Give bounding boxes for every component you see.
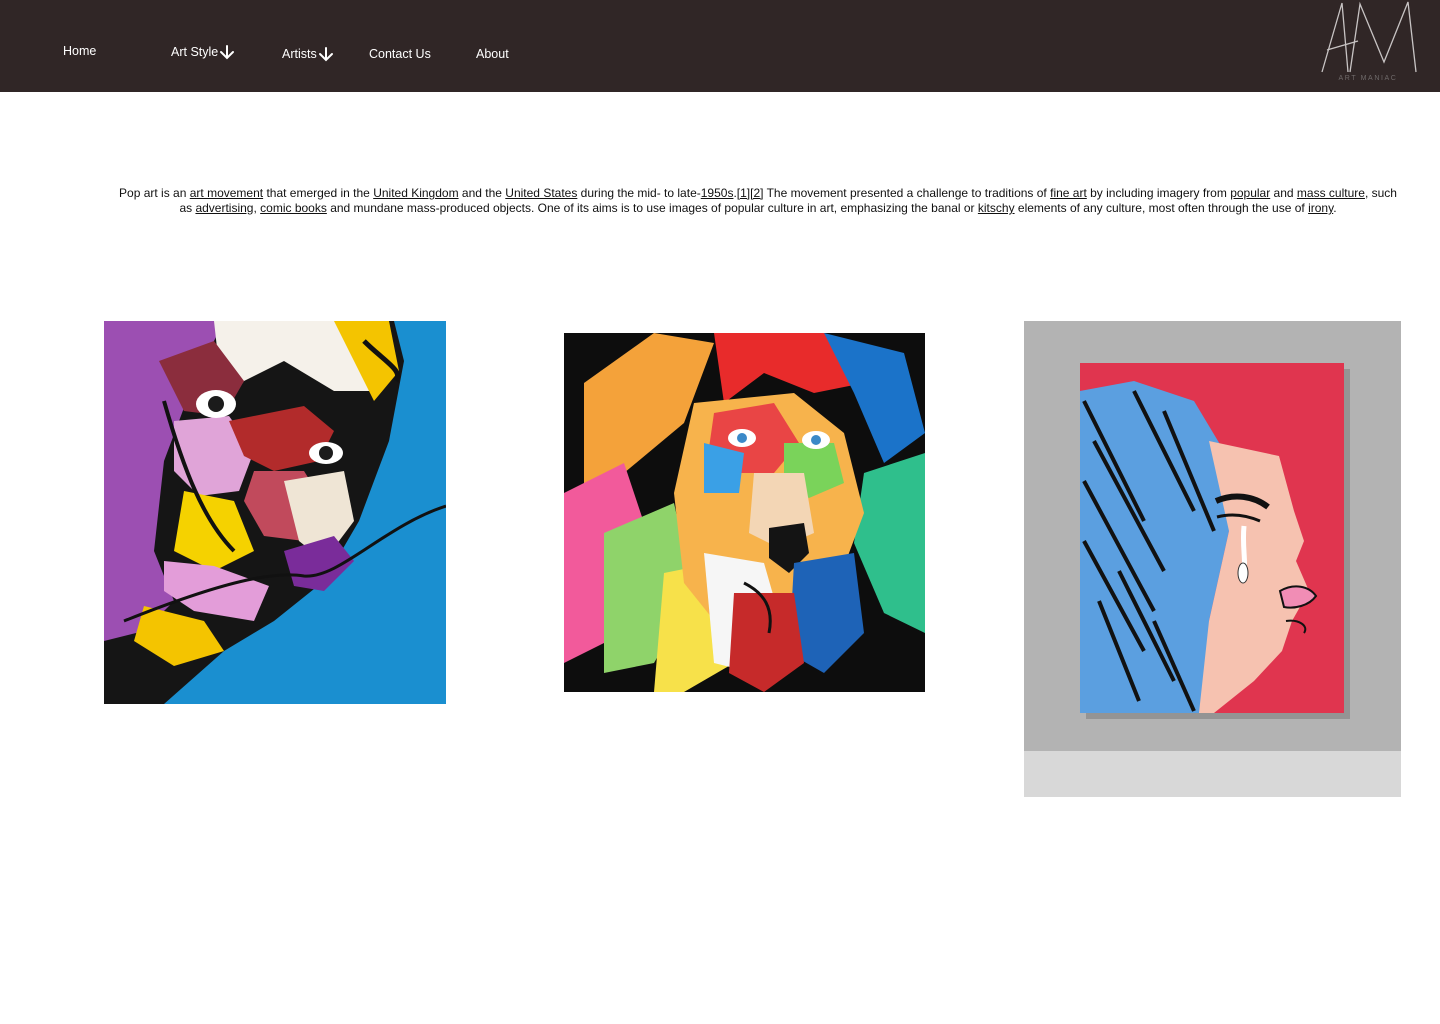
link-united-kingdom[interactable]: United Kingdom — [373, 186, 458, 200]
link-comic-books[interactable]: comic books — [260, 201, 327, 215]
link-citation-2[interactable]: [2] — [750, 186, 763, 200]
link-kitschy[interactable]: kitschy — [978, 201, 1015, 215]
intro-text: and — [1270, 186, 1297, 200]
top-navbar: Home Art Style Artists Contact Us About … — [0, 0, 1440, 92]
nav-art-style[interactable]: Art Style — [171, 44, 235, 60]
pop-art-intro: Pop art is an art movement that emerged … — [114, 186, 1402, 216]
intro-text: . — [1333, 201, 1337, 215]
link-art-movement[interactable]: art movement — [190, 186, 263, 200]
link-fine-art[interactable]: fine art — [1050, 186, 1087, 200]
artwork-lion[interactable] — [564, 333, 925, 692]
intro-text: that emerged in the — [263, 186, 374, 200]
logo-subtitle: ART MANIAC — [1338, 75, 1398, 82]
arrow-down-icon — [318, 47, 333, 62]
intro-text: Pop art is an — [119, 186, 190, 200]
intro-text: during the mid- to late- — [577, 186, 701, 200]
intro-text: and mundane mass-produced objects. One o… — [326, 201, 978, 215]
site-logo[interactable]: ART MANIAC — [1318, 0, 1422, 92]
nav-home-label: Home — [63, 44, 97, 58]
intro-text: by including imagery from — [1086, 186, 1231, 200]
portrait-painting — [104, 321, 446, 704]
intro-text: The movement presented a challenge to tr… — [763, 186, 1051, 200]
link-advertising[interactable]: advertising — [195, 201, 253, 215]
nav-contact-us[interactable]: Contact Us — [369, 47, 431, 61]
nav-art-style-label: Art Style — [171, 45, 219, 59]
link-1950s[interactable]: 1950s — [701, 186, 734, 200]
link-united-states[interactable]: United States — [505, 186, 577, 200]
intro-text: elements of any culture, most often thro… — [1014, 201, 1309, 215]
logo-mark-am — [1321, 1, 1417, 73]
lion-painting — [564, 333, 925, 692]
link-irony[interactable]: irony — [1308, 201, 1333, 215]
artwork-crying-girl[interactable] — [1024, 321, 1401, 797]
intro-text: and the — [458, 186, 506, 200]
nav-artists[interactable]: Artists — [282, 46, 334, 62]
nav-about-label: About — [476, 47, 509, 61]
nav-contact-label: Contact Us — [369, 47, 431, 61]
link-mass-culture[interactable]: mass culture — [1297, 186, 1365, 200]
artwork-portrait[interactable] — [104, 321, 446, 704]
nav-artists-label: Artists — [282, 47, 317, 61]
link-citation-1[interactable]: [1] — [737, 186, 750, 200]
arrow-down-icon — [220, 45, 235, 60]
crying-girl-painting — [1024, 321, 1401, 797]
nav-home[interactable]: Home — [63, 44, 96, 58]
link-popular[interactable]: popular — [1230, 186, 1270, 200]
nav-about[interactable]: About — [476, 47, 509, 61]
